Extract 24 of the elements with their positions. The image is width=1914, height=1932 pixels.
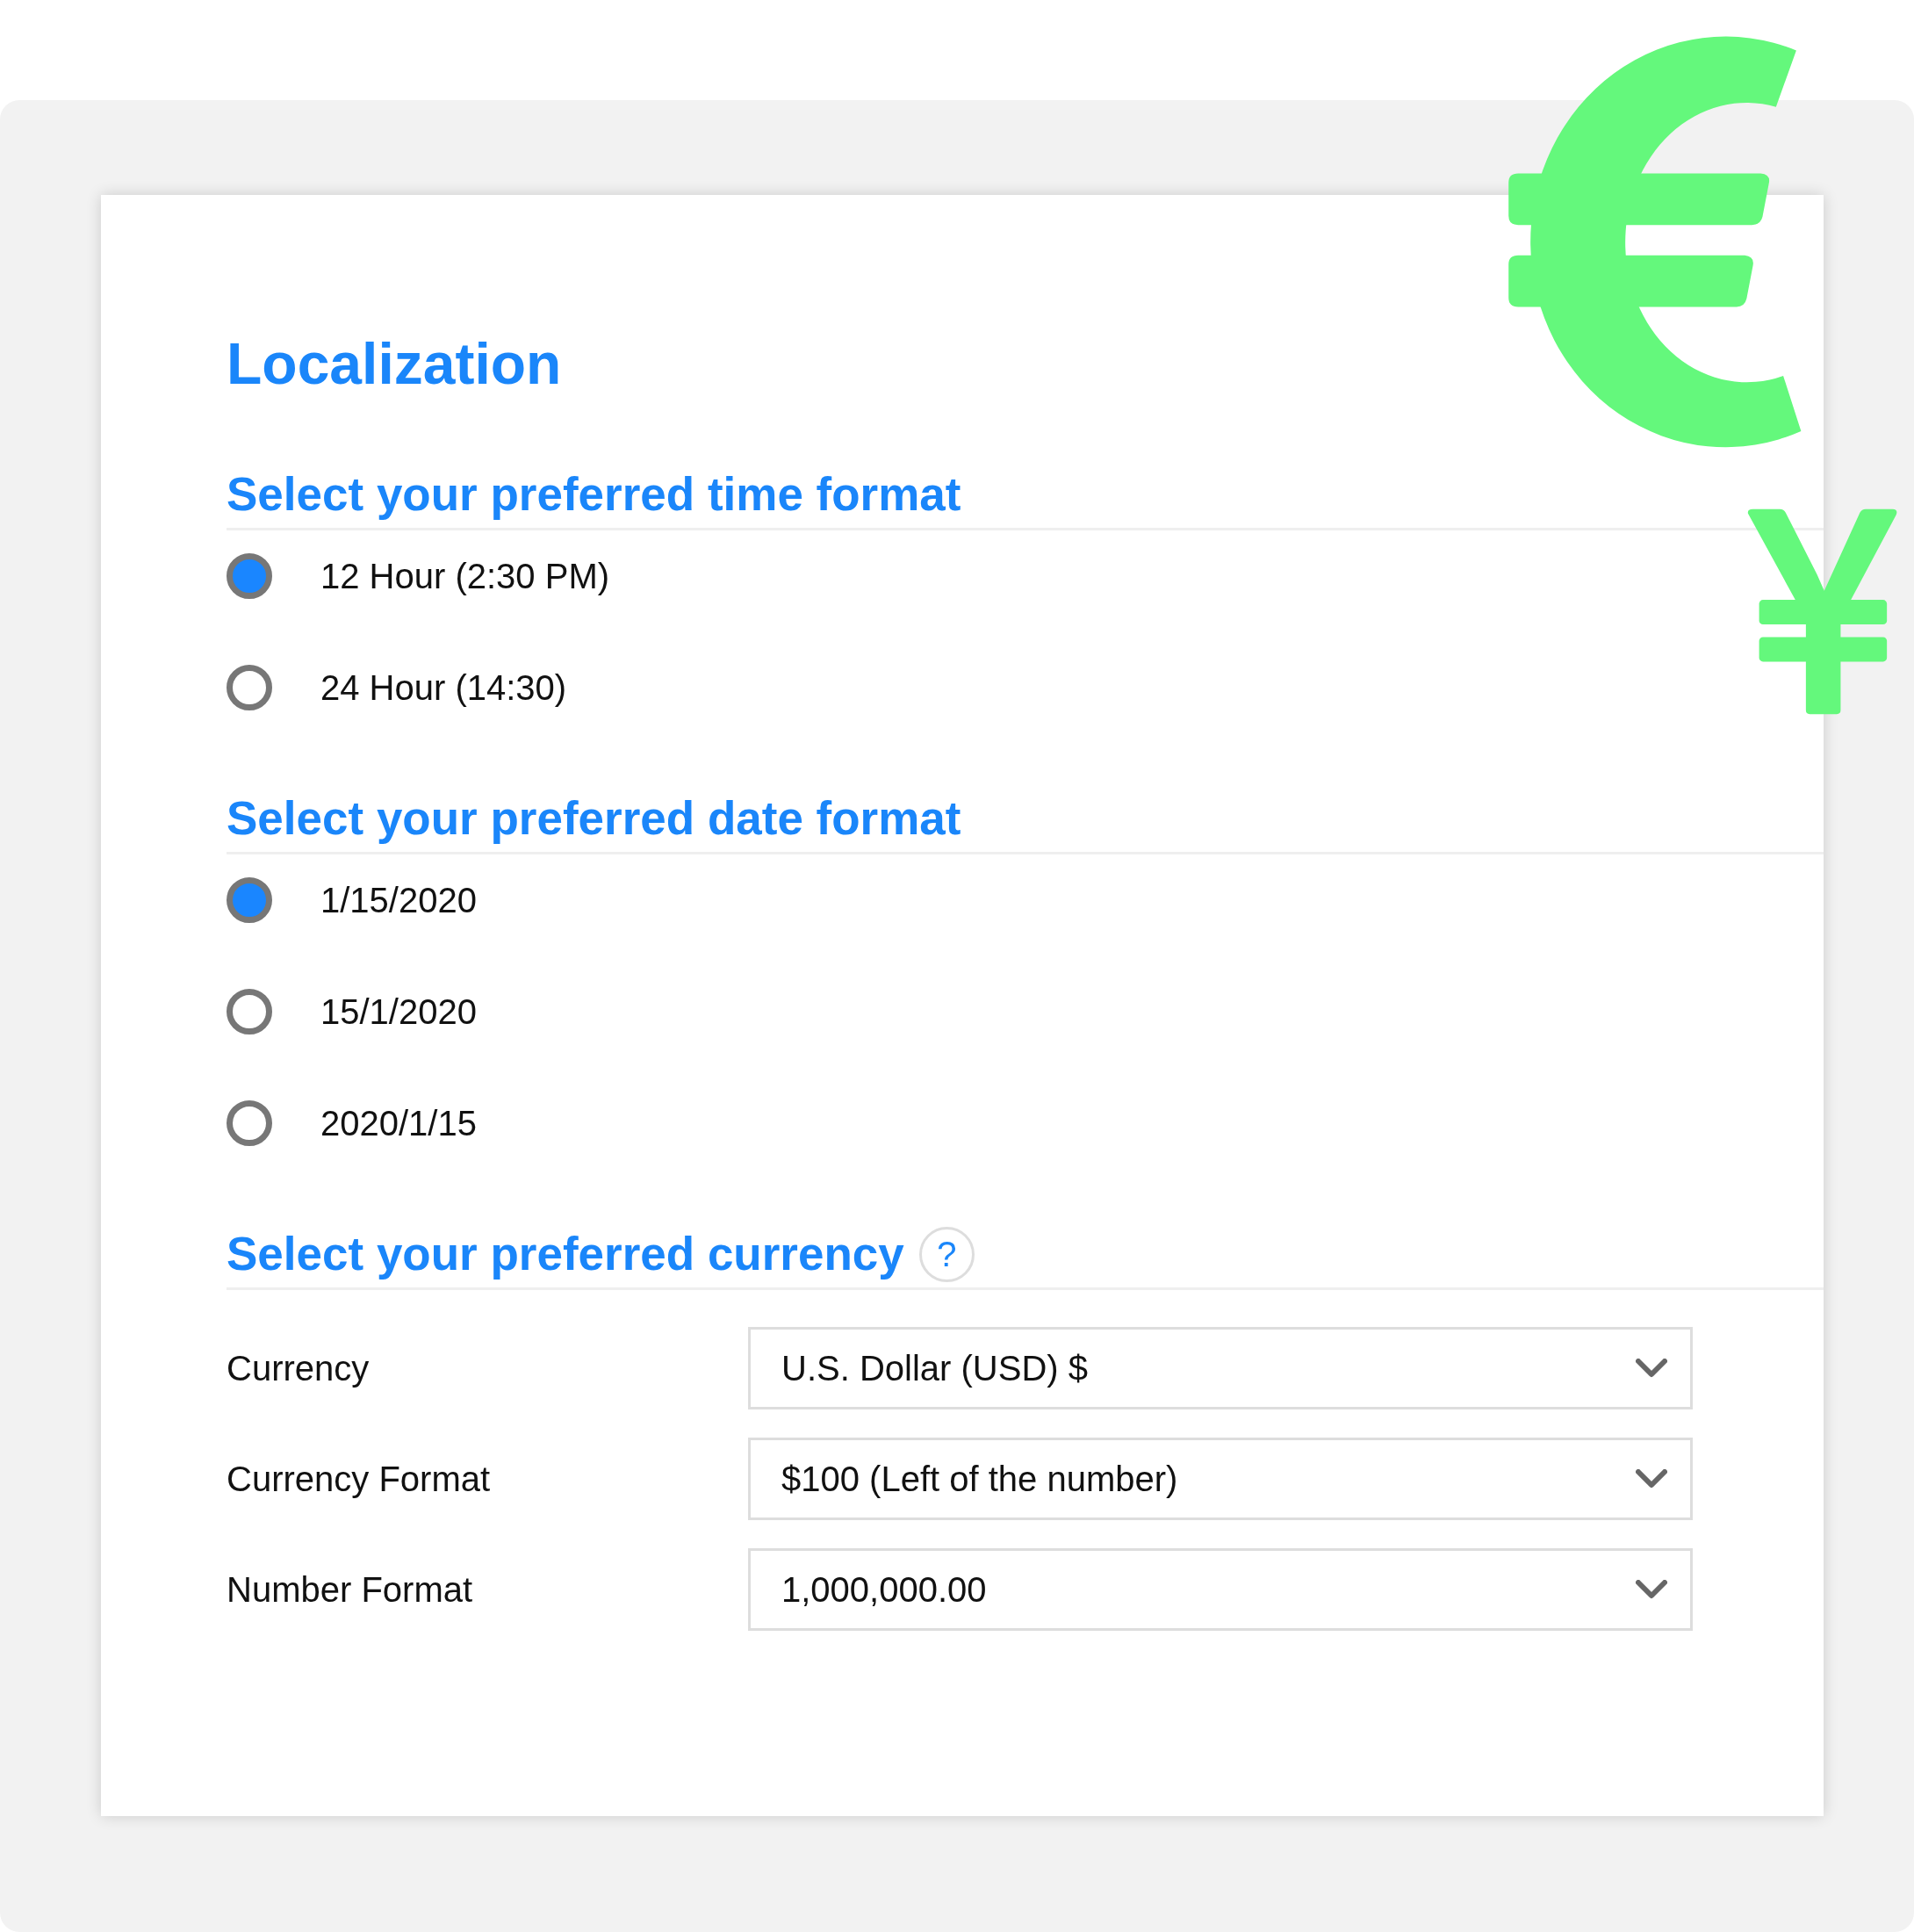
option-label[interactable]: 15/1/2020 (320, 991, 477, 1033)
page-title: Localization (227, 330, 562, 398)
radio-button[interactable] (227, 665, 272, 710)
field-label: Currency Format (227, 1459, 491, 1500)
section-heading: Select your preferred time format (227, 467, 961, 522)
field-label: Number Format (227, 1569, 473, 1611)
option-label[interactable]: 2020/1/15 (320, 1102, 477, 1144)
radio-button[interactable] (227, 877, 272, 923)
dropdown-field[interactable]: $100 (Left of the number) (748, 1438, 1693, 1520)
section-heading: Select your preferred date format (227, 791, 961, 846)
option-label[interactable]: 24 Hour (14:30) (320, 667, 567, 709)
chevron-down-icon (1636, 1469, 1667, 1489)
dropdown-field[interactable]: 1,000,000.00 (748, 1548, 1693, 1631)
radio-button[interactable] (227, 553, 272, 599)
option-label[interactable]: 12 Hour (2:30 PM) (320, 555, 610, 597)
chevron-down-icon (1636, 1580, 1667, 1599)
help-button[interactable]: ? (918, 1226, 975, 1282)
dropdown-field[interactable]: U.S. Dollar (USD) $ (748, 1327, 1693, 1409)
field-label: Currency (227, 1348, 370, 1389)
section-heading: Select your preferred currency (227, 1227, 904, 1281)
radio-button[interactable] (227, 1100, 272, 1146)
radio-button[interactable] (227, 989, 272, 1034)
chevron-down-icon (1636, 1359, 1667, 1378)
option-label[interactable]: 1/15/2020 (320, 879, 477, 921)
